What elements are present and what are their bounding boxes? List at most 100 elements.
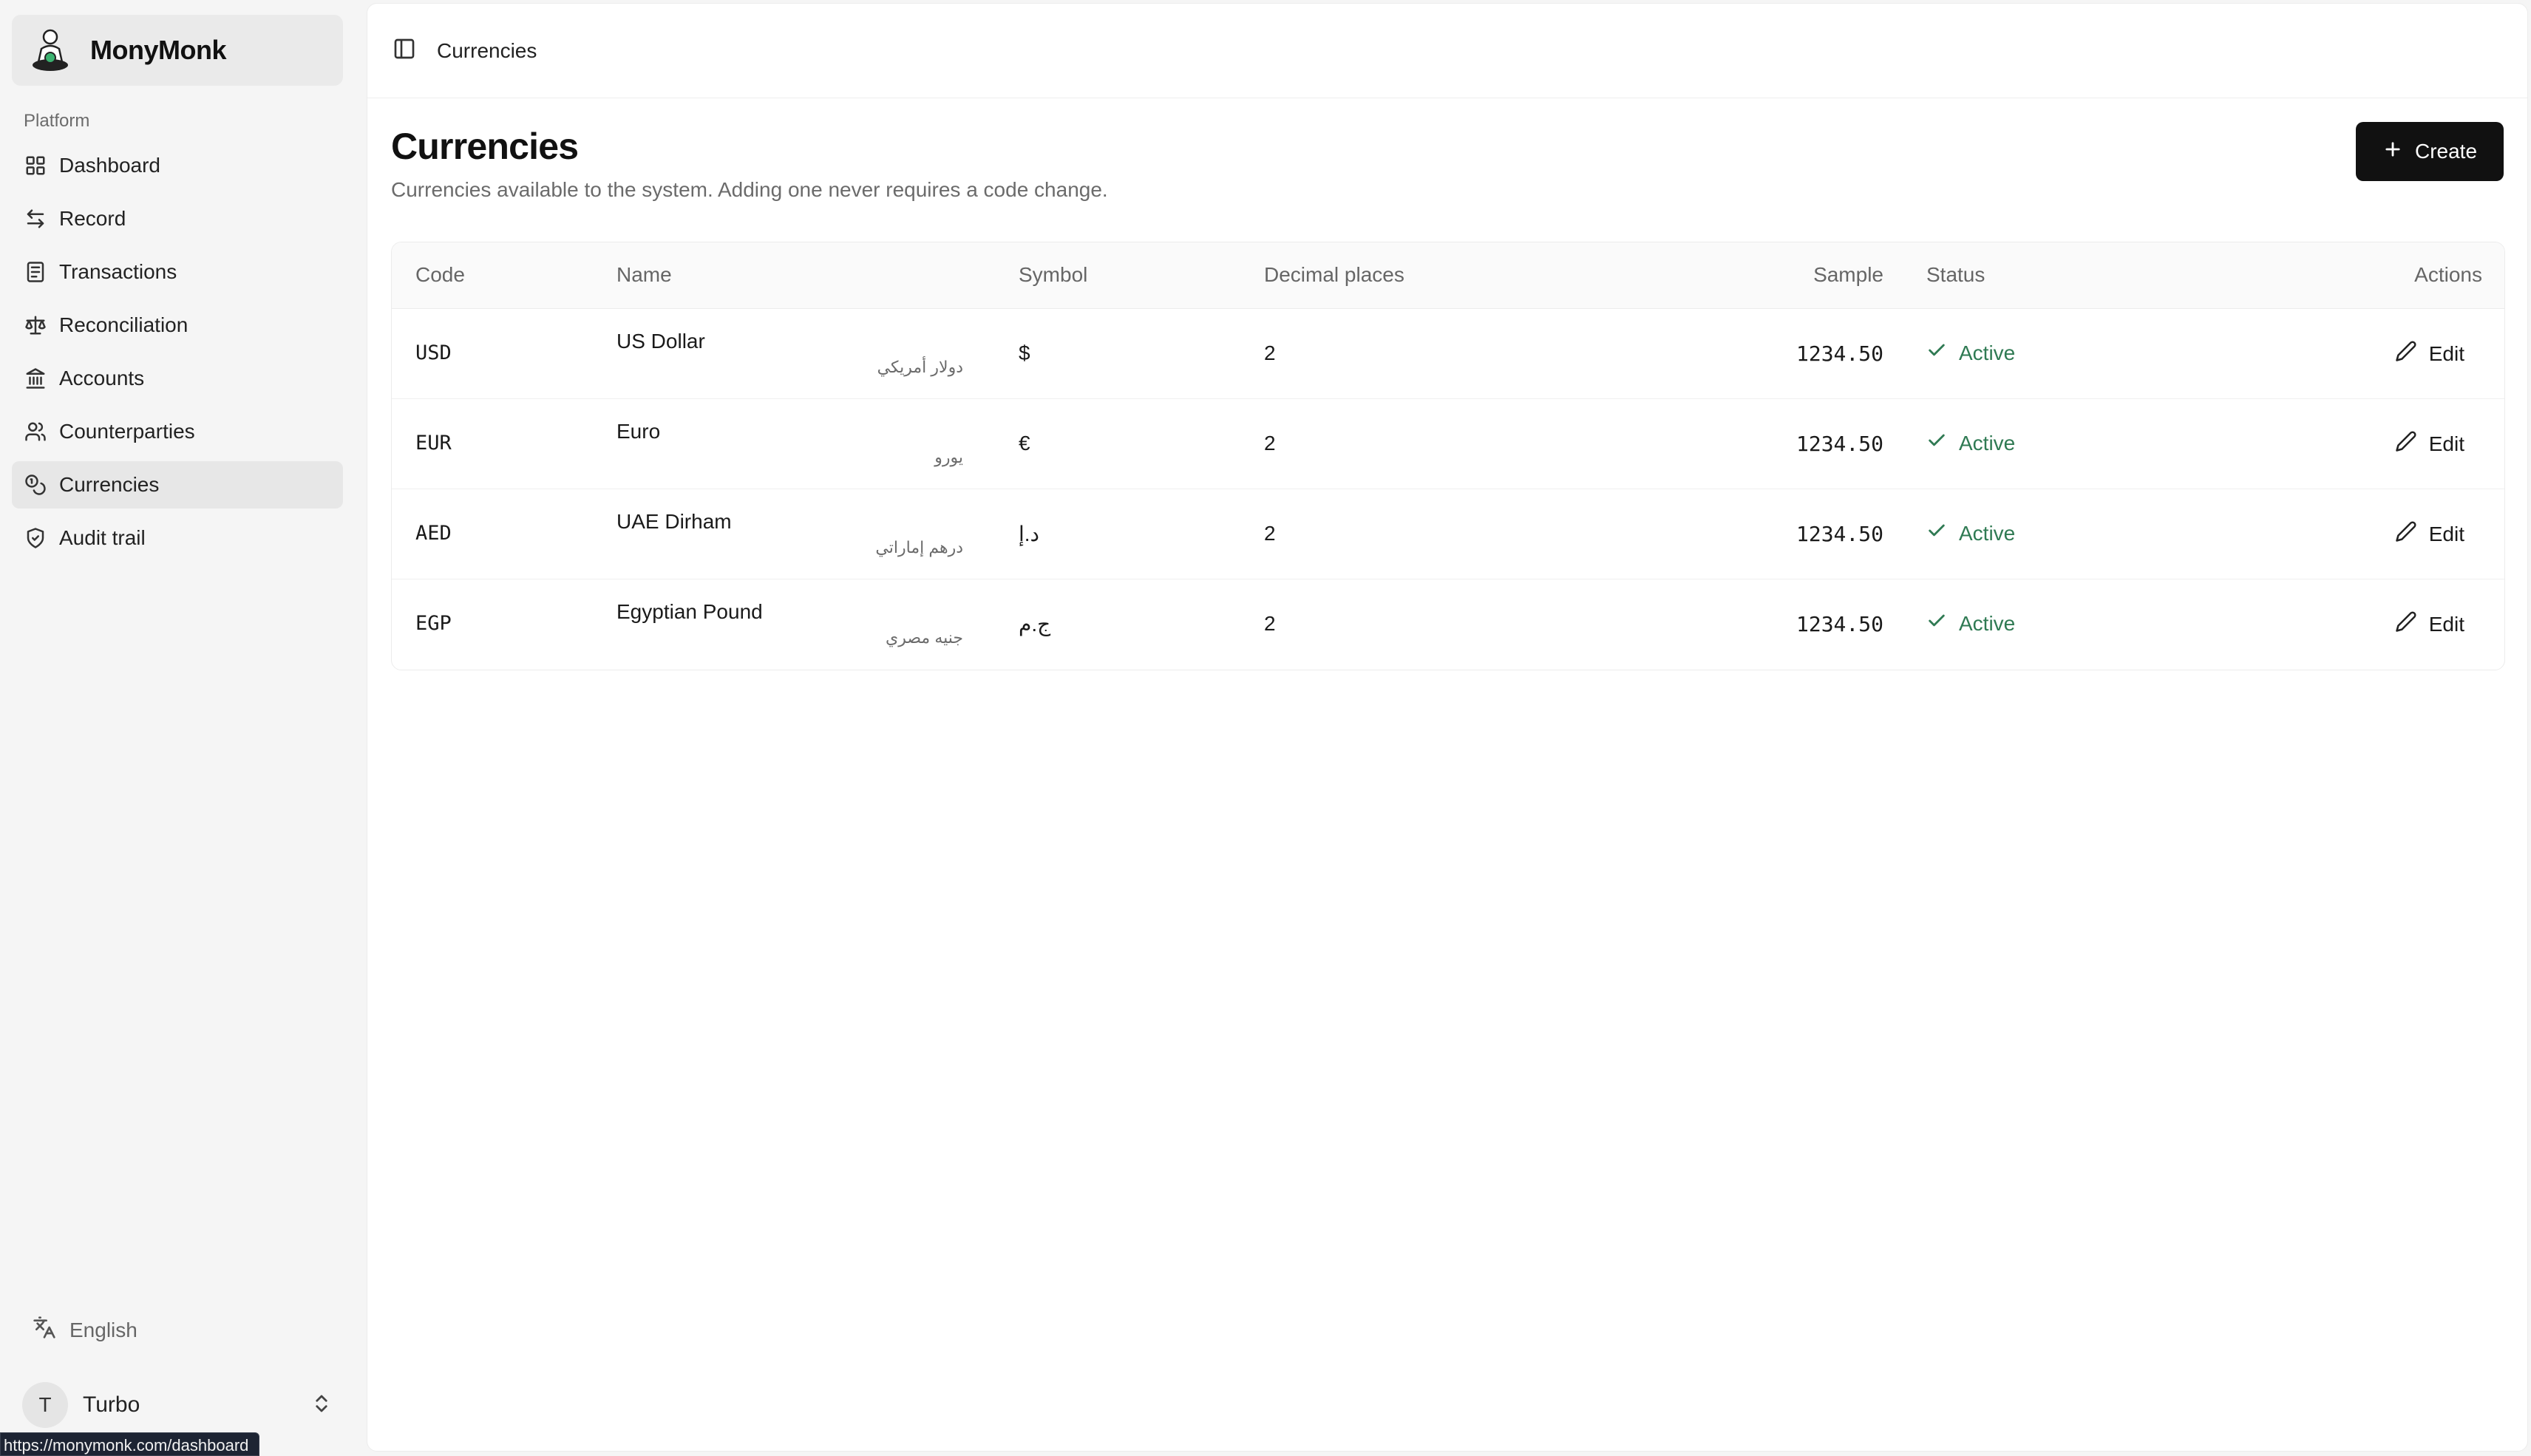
- monk-meditating-logo: [27, 27, 74, 74]
- column-header-symbol[interactable]: Symbol: [1019, 263, 1087, 287]
- grid-icon: [24, 154, 47, 177]
- currency-decimals: 2: [1264, 341, 1276, 364]
- sidebar-item-record[interactable]: Record: [12, 195, 343, 242]
- currency-symbol: €: [1019, 432, 1030, 455]
- currency-sample: 1234.50: [1796, 612, 1883, 636]
- app-root: MonyMonk Platform Dashboard Record Trans…: [0, 0, 2531, 1456]
- table-row: EUR Euro يورو € 2 1234.50 Active Edit: [392, 399, 2504, 489]
- nav-section-label: Platform: [24, 111, 90, 131]
- create-button[interactable]: Create: [2356, 122, 2504, 181]
- status-label: Active: [1959, 521, 2016, 545]
- table-row: USD US Dollar دولار أمريكي $ 2 1234.50 A…: [392, 309, 2504, 399]
- edit-button-label: Edit: [2428, 432, 2464, 455]
- column-header-sample[interactable]: Sample: [1813, 263, 1883, 287]
- sidebar-item-label: Accounts: [59, 367, 145, 389]
- page-subtitle: Currencies available to the system. Addi…: [391, 178, 1108, 201]
- currency-sample: 1234.50: [1796, 522, 1883, 546]
- status-label: Active: [1959, 431, 2016, 455]
- currency-name: Egyptian Pound: [616, 600, 763, 623]
- brand-name: MonyMonk: [90, 35, 226, 65]
- sidebar-item-label: Dashboard: [59, 154, 160, 177]
- table-row: AED UAE Dirham درهم إماراتي د.إ 2 1234.5…: [392, 489, 2504, 579]
- user-menu[interactable]: T Turbo: [22, 1382, 333, 1428]
- currency-sample: 1234.50: [1796, 432, 1883, 456]
- table-row: EGP Egyptian Pound جنيه مصري ج.م 2 1234.…: [392, 579, 2504, 670]
- currency-code: AED: [415, 522, 452, 545]
- currency-decimals: 2: [1264, 522, 1276, 545]
- edit-button[interactable]: Edit: [2395, 430, 2464, 457]
- currency-decimals: 2: [1264, 432, 1276, 455]
- column-header-actions: Actions: [2414, 263, 2482, 286]
- currency-native-name: جنيه مصري: [885, 628, 963, 647]
- link-preview-url: https://monymonk.com/dashboard: [0, 1432, 260, 1456]
- avatar: T: [22, 1382, 68, 1428]
- sidebar-item-label: Counterparties: [59, 420, 195, 443]
- status-label: Active: [1959, 341, 2016, 364]
- sidebar-item-label: Reconciliation: [59, 313, 188, 336]
- breadcrumb: Currencies: [437, 38, 537, 62]
- language-label: English: [69, 1318, 137, 1341]
- sidebar-item-reconciliation[interactable]: Reconciliation: [12, 302, 343, 349]
- coins-icon: [24, 473, 47, 497]
- pencil-icon: [2395, 520, 2429, 548]
- currency-native-name: يورو: [934, 448, 963, 466]
- status-badge: Active: [1926, 430, 2015, 456]
- currency-code: EUR: [415, 432, 452, 455]
- chevrons-up-down-icon: [310, 1392, 333, 1418]
- plus-icon: [2382, 139, 2415, 165]
- check-icon: [1926, 610, 1959, 636]
- currency-sample: 1234.50: [1796, 341, 1883, 366]
- sidebar-item-accounts[interactable]: Accounts: [12, 355, 343, 402]
- language-switcher[interactable]: English: [33, 1316, 137, 1344]
- currency-symbol: $: [1019, 341, 1030, 364]
- translate-icon: [33, 1316, 69, 1344]
- arrows-left-right-icon: [24, 207, 47, 231]
- user-name: Turbo: [83, 1392, 140, 1417]
- status-badge: Active: [1926, 610, 2015, 636]
- sidebar-item-label: Audit trail: [59, 526, 146, 549]
- currency-code: USD: [415, 341, 452, 364]
- check-icon: [1926, 340, 1959, 366]
- currency-native-name: دولار أمريكي: [877, 358, 963, 376]
- sidebar-item-counterparties[interactable]: Counterparties: [12, 408, 343, 455]
- brand-switcher[interactable]: MonyMonk: [12, 15, 343, 86]
- receipt-icon: [24, 260, 47, 284]
- sidebar: MonyMonk Platform Dashboard Record Trans…: [0, 0, 367, 1456]
- main-panel: Currencies Currencies Currencies availab…: [367, 3, 2528, 1452]
- sidebar-item-currencies[interactable]: Currencies: [12, 461, 343, 508]
- currency-code: EGP: [415, 612, 452, 635]
- currency-name: Euro: [616, 420, 661, 443]
- sidebar-nav: Dashboard Record Transactions Reconcilia…: [12, 142, 343, 568]
- sidebar-item-transactions[interactable]: Transactions: [12, 248, 343, 296]
- sidebar-item-label: Transactions: [59, 260, 177, 283]
- users-icon: [24, 420, 47, 443]
- check-icon: [1926, 520, 1959, 546]
- currency-symbol: ج.م: [1019, 613, 1051, 636]
- column-header-status[interactable]: Status: [1926, 263, 1985, 287]
- topbar: Currencies: [367, 4, 2527, 98]
- status-badge: Active: [1926, 520, 2015, 546]
- edit-button[interactable]: Edit: [2395, 340, 2464, 367]
- edit-button-label: Edit: [2428, 341, 2464, 365]
- edit-button[interactable]: Edit: [2395, 520, 2464, 548]
- edit-button[interactable]: Edit: [2395, 610, 2464, 638]
- sidebar-item-label: Record: [59, 207, 126, 230]
- table-header: Code Name Symbol Decimal places Sample S…: [392, 242, 2504, 309]
- status-badge: Active: [1926, 340, 2015, 366]
- check-icon: [1926, 430, 1959, 456]
- status-label: Active: [1959, 611, 2016, 635]
- edit-button-label: Edit: [2428, 522, 2464, 545]
- edit-button-label: Edit: [2428, 612, 2464, 636]
- pencil-icon: [2395, 430, 2429, 457]
- create-button-label: Create: [2414, 140, 2478, 163]
- currency-native-name: درهم إماراتي: [875, 538, 963, 557]
- sidebar-item-dashboard[interactable]: Dashboard: [12, 142, 343, 189]
- column-header-name[interactable]: Name: [616, 263, 672, 287]
- currency-symbol: د.إ: [1019, 523, 1040, 545]
- column-header-decimals[interactable]: Decimal places: [1264, 263, 1404, 287]
- column-header-code[interactable]: Code: [415, 263, 465, 287]
- sidebar-item-audit-trail[interactable]: Audit trail: [12, 514, 343, 562]
- sidebar-toggle-icon[interactable]: [393, 37, 416, 64]
- shield-check-icon: [24, 526, 47, 550]
- currency-name: US Dollar: [616, 330, 705, 353]
